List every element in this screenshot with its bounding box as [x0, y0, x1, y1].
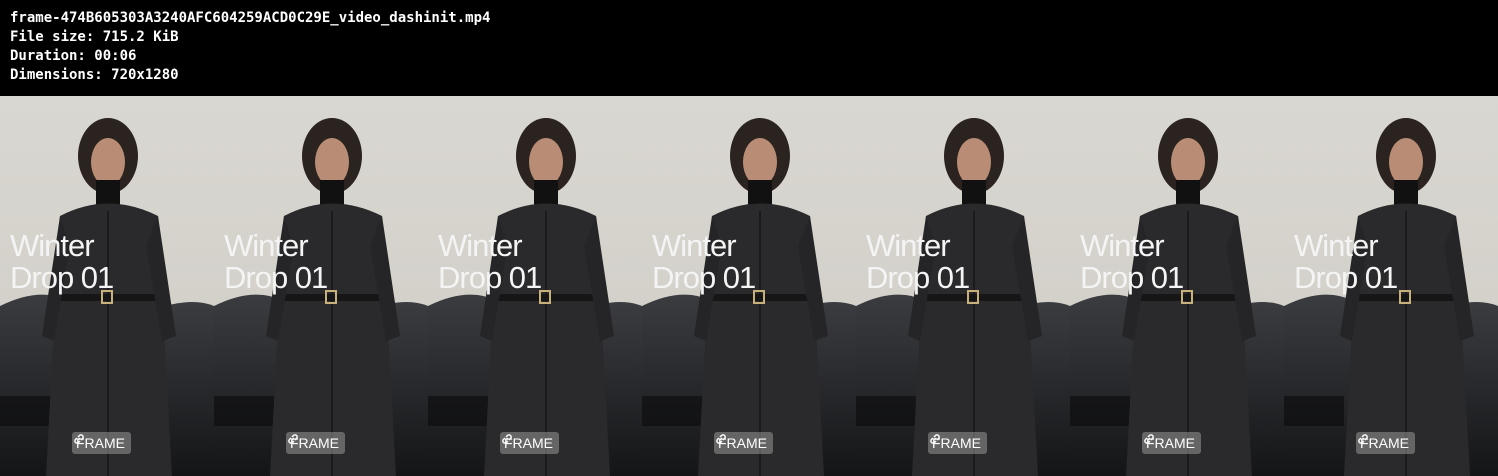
- thumbnail-strip: Winter Drop 01 FRAME Winter Drop 01 FRAM…: [0, 96, 1498, 476]
- caption-line-2: Drop 01: [224, 260, 328, 295]
- caption-line-1: Winter: [1080, 228, 1165, 263]
- caption-line-2: Drop 01: [1294, 260, 1398, 295]
- video-frame-thumbnail: Winter Drop 01 FRAME: [428, 96, 642, 476]
- overlay-caption: Winter Drop 01: [10, 228, 114, 295]
- link-icon: [930, 434, 940, 444]
- filename-text: frame-474B605303A3240AFC604259ACD0C29E_v…: [10, 10, 491, 26]
- video-frame-thumbnail: Winter Drop 01 FRAME: [0, 96, 214, 476]
- dimensions-text: Dimensions: 720x1280: [10, 67, 179, 83]
- frame-badge: FRAME: [1142, 432, 1201, 454]
- video-frame-thumbnail: Winter Drop 01 FRAME: [214, 96, 428, 476]
- caption-line-1: Winter: [652, 228, 737, 263]
- frame-badge: FRAME: [500, 432, 559, 454]
- video-frame-thumbnail: Winter Drop 01 FRAME: [856, 96, 1070, 476]
- link-icon: [1144, 434, 1154, 444]
- caption-line-2: Drop 01: [652, 260, 756, 295]
- video-frame-thumbnail: Winter Drop 01 FRAME: [642, 96, 856, 476]
- link-icon: [716, 434, 726, 444]
- caption-line-2: Drop 01: [866, 260, 970, 295]
- video-frame-thumbnail: Winter Drop 01 FRAME: [1284, 96, 1498, 476]
- link-icon: [502, 434, 512, 444]
- frame-badge: FRAME: [286, 432, 345, 454]
- duration-text: Duration: 00:06: [10, 48, 137, 64]
- caption-line-1: Winter: [866, 228, 951, 263]
- overlay-caption: Winter Drop 01: [652, 228, 756, 295]
- overlay-caption: Winter Drop 01: [438, 228, 542, 295]
- overlay-caption: Winter Drop 01: [1294, 228, 1398, 295]
- caption-line-2: Drop 01: [10, 260, 114, 295]
- caption-line-2: Drop 01: [1080, 260, 1184, 295]
- frame-badge: FRAME: [714, 432, 773, 454]
- overlay-caption: Winter Drop 01: [866, 228, 970, 295]
- caption-line-1: Winter: [438, 228, 523, 263]
- caption-line-1: Winter: [224, 228, 309, 263]
- frame-badge: FRAME: [72, 432, 131, 454]
- link-icon: [288, 434, 298, 444]
- file-size-text: File size: 715.2 KiB: [10, 29, 179, 45]
- caption-line-2: Drop 01: [438, 260, 542, 295]
- frame-badge: FRAME: [1356, 432, 1415, 454]
- frame-badge: FRAME: [928, 432, 987, 454]
- caption-line-1: Winter: [1294, 228, 1379, 263]
- video-frame-thumbnail: Winter Drop 01 FRAME: [1070, 96, 1284, 476]
- link-icon: [1358, 434, 1368, 444]
- link-icon: [74, 434, 84, 444]
- caption-line-1: Winter: [10, 228, 95, 263]
- video-info-header: frame-474B605303A3240AFC604259ACD0C29E_v…: [0, 0, 1498, 96]
- overlay-caption: Winter Drop 01: [1080, 228, 1184, 295]
- overlay-caption: Winter Drop 01: [224, 228, 328, 295]
